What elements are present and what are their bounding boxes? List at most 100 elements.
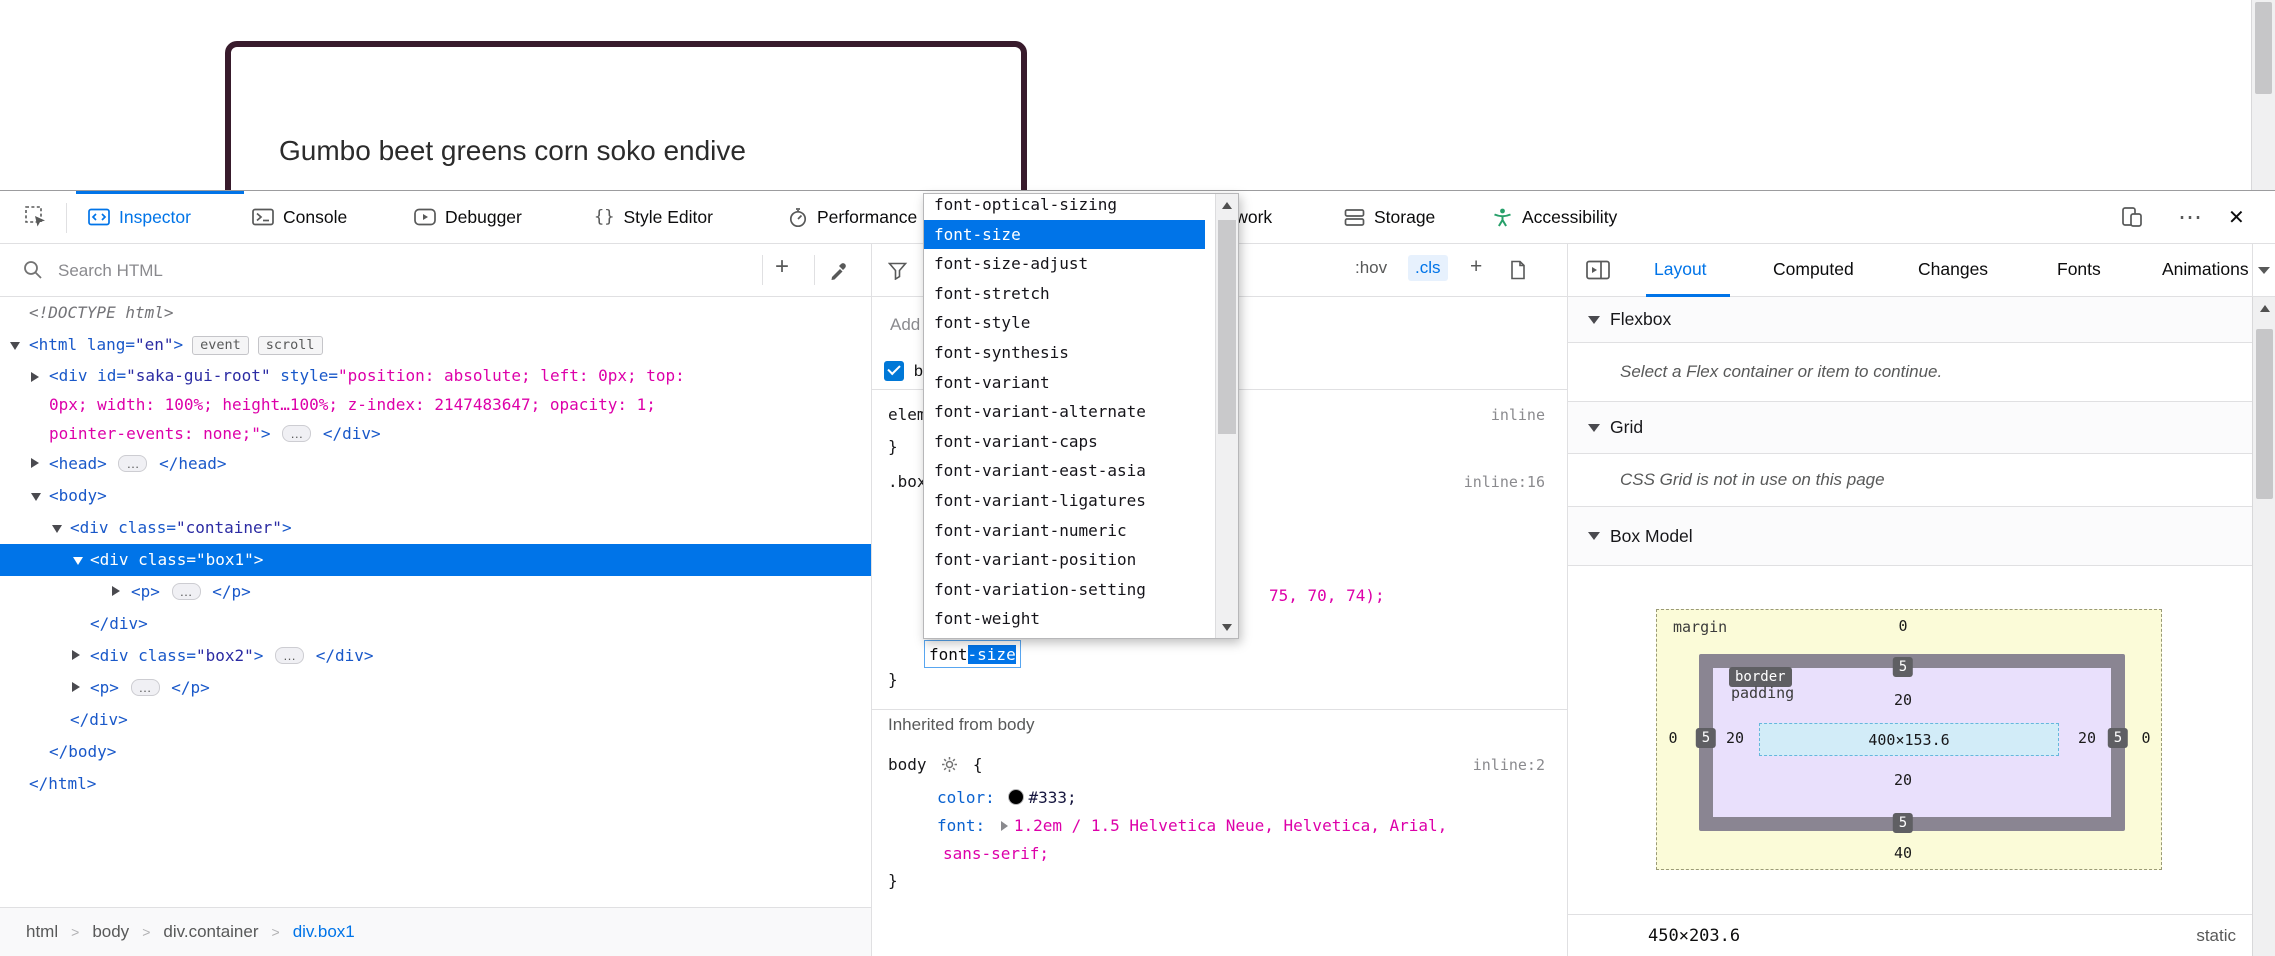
markup-line-close-body[interactable]: </body> xyxy=(0,736,871,768)
autocomplete-item[interactable]: font-weight xyxy=(924,604,1205,634)
color-swatch[interactable] xyxy=(1008,789,1024,805)
autocomplete-item[interactable]: font-variant-numeric xyxy=(924,516,1205,546)
property-name-editor[interactable]: font-size xyxy=(924,640,1021,668)
print-simulation-icon[interactable] xyxy=(1508,260,1528,280)
add-rule-button[interactable]: + xyxy=(1470,255,1482,279)
border-top-value[interactable]: 5 xyxy=(1893,657,1913,677)
markup-line-close-container[interactable]: </div> xyxy=(0,704,871,736)
tab-debugger[interactable]: Debugger xyxy=(414,191,522,243)
autocomplete-item[interactable]: font-variation-setting xyxy=(924,575,1205,605)
page-scrollbar[interactable] xyxy=(2251,0,2275,190)
markup-line-body[interactable]: <body> xyxy=(0,480,871,512)
page-scrollbar-thumb[interactable] xyxy=(2255,2,2272,94)
event-badge[interactable]: event xyxy=(192,336,249,355)
tab-layout[interactable]: Layout xyxy=(1654,244,1707,294)
padding-left-value[interactable]: 20 xyxy=(1726,729,1744,747)
expand-arrow-icon[interactable] xyxy=(31,372,39,382)
devtools-menu-button[interactable]: ⋯ xyxy=(2178,191,2202,243)
markup-line-close-html[interactable]: </html> xyxy=(0,768,871,800)
scroll-up-button[interactable] xyxy=(2253,305,2275,312)
eyedropper-icon[interactable] xyxy=(828,259,850,281)
scroll-badge[interactable]: scroll xyxy=(258,336,323,355)
search-input[interactable] xyxy=(56,254,660,288)
shorthand-expander-icon[interactable] xyxy=(1001,821,1008,831)
autocomplete-item[interactable]: font-variant-alternate xyxy=(924,397,1205,427)
markup-line-saka-gui-root[interactable]: <div id="saka-gui-root" style="position:… xyxy=(0,361,871,448)
section-collapse-icon[interactable] xyxy=(1588,424,1600,432)
sidebar-toggle-icon[interactable] xyxy=(1586,260,1610,280)
devtools-close-button[interactable]: ✕ xyxy=(2228,191,2245,243)
collapsed-content-pill[interactable]: … xyxy=(118,455,147,472)
node-picker-button[interactable] xyxy=(24,191,48,243)
collapsed-content-pill[interactable]: … xyxy=(131,679,160,696)
border-left-value[interactable]: 5 xyxy=(1696,728,1716,748)
collapsed-content-pill[interactable]: … xyxy=(275,647,304,664)
tab-inspector[interactable]: Inspector xyxy=(88,191,191,243)
autocomplete-item[interactable]: font-optical-sizing xyxy=(924,193,1205,220)
pseudo-class-panel-button[interactable]: :hov xyxy=(1355,258,1387,278)
autocomplete-item[interactable]: font-size-adjust xyxy=(924,249,1205,279)
tab-fonts[interactable]: Fonts xyxy=(2057,244,2101,294)
markup-line-p2[interactable]: <p> … </p> xyxy=(0,672,871,704)
markup-line-head[interactable]: <head> … </head> xyxy=(0,448,871,480)
collapse-arrow-icon[interactable] xyxy=(31,493,41,501)
grid-section-header[interactable]: Grid xyxy=(1568,402,2252,454)
sidebar-scrollbar-thumb[interactable] xyxy=(2256,329,2273,499)
autocomplete-item-selected[interactable]: font-size xyxy=(924,220,1205,250)
sidebar-tab-overflow-button[interactable] xyxy=(2252,244,2275,297)
gear-icon[interactable] xyxy=(941,756,958,773)
tab-style-editor[interactable]: {} Style Editor xyxy=(594,191,713,243)
tab-accessibility[interactable]: Accessibility xyxy=(1492,191,1617,243)
padding-top-value[interactable]: 20 xyxy=(1894,691,1912,709)
collapse-arrow-icon[interactable] xyxy=(73,557,83,565)
scroll-down-button[interactable] xyxy=(1216,616,1238,638)
markup-line-close-box1[interactable]: </div> xyxy=(0,608,871,640)
boxmodel-margin-region[interactable]: margin 0 0 0 40 border 5 5 5 5 padding 2… xyxy=(1656,609,2162,870)
sidebar-scrollbar[interactable] xyxy=(2252,297,2275,956)
boxmodel-section-header[interactable]: Box Model xyxy=(1568,507,2252,566)
collapse-arrow-icon[interactable] xyxy=(10,342,20,350)
autocomplete-scrollbar[interactable] xyxy=(1215,194,1238,638)
tab-animations[interactable]: Animations xyxy=(2162,244,2249,294)
rule-body-selector[interactable]: body { inline:2 xyxy=(872,751,1567,779)
class-box1-checkbox[interactable] xyxy=(884,361,904,381)
margin-right-value[interactable]: 0 xyxy=(2141,729,2150,747)
autocomplete-item[interactable]: font-variant-position xyxy=(924,545,1205,575)
markup-line-p[interactable]: <p> … </p> xyxy=(0,576,871,608)
markup-line-doctype[interactable]: <!DOCTYPE html> xyxy=(0,297,871,329)
autocomplete-scrollbar-thumb[interactable] xyxy=(1218,220,1236,434)
markup-line-div-container[interactable]: <div class="container"> xyxy=(0,512,871,544)
breadcrumb-item-box1[interactable]: div.box1 xyxy=(293,922,355,942)
collapsed-content-pill[interactable]: … xyxy=(282,425,311,442)
markup-line-div-box2[interactable]: <div class="box2"> … </div> xyxy=(0,640,871,672)
section-collapse-icon[interactable] xyxy=(1588,532,1600,540)
boxmodel-content-region[interactable]: 400×153.6 xyxy=(1759,723,2059,756)
collapse-arrow-icon[interactable] xyxy=(52,525,62,533)
autocomplete-item[interactable]: font-synthesis xyxy=(924,338,1205,368)
tab-console[interactable]: Console xyxy=(252,191,347,243)
rule-location-link[interactable]: inline xyxy=(1491,401,1545,429)
class-panel-button[interactable]: .cls xyxy=(1408,255,1448,281)
scroll-up-button[interactable] xyxy=(1216,194,1238,216)
autocomplete-item[interactable]: font-variant-caps xyxy=(924,427,1205,457)
expand-arrow-icon[interactable] xyxy=(72,650,80,660)
collapsed-content-pill[interactable]: … xyxy=(172,583,201,600)
margin-bottom-value[interactable]: 40 xyxy=(1894,844,1912,862)
tab-performance[interactable]: Performance xyxy=(788,191,917,243)
autocomplete-item[interactable]: font-variant-ligatures xyxy=(924,486,1205,516)
margin-left-value[interactable]: 0 xyxy=(1668,729,1677,747)
autocomplete-item[interactable]: font-variant-east-asia xyxy=(924,456,1205,486)
margin-top-value[interactable]: 0 xyxy=(1898,617,1907,635)
markup-line-html[interactable]: <html lang="en">eventscroll xyxy=(0,329,871,361)
expand-arrow-icon[interactable] xyxy=(31,458,39,468)
tab-storage[interactable]: Storage xyxy=(1344,191,1435,243)
markup-line-div-box1-selected[interactable]: <div class="box1"> xyxy=(0,544,871,576)
border-right-value[interactable]: 5 xyxy=(2108,728,2128,748)
tab-computed[interactable]: Computed xyxy=(1773,244,1854,294)
add-node-button[interactable]: + xyxy=(775,253,789,281)
rule-body-font-property[interactable]: font: 1.2em / 1.5 Helvetica Neue, Helvet… xyxy=(872,812,1532,868)
border-bottom-value[interactable]: 5 xyxy=(1893,813,1913,833)
rule-location-link[interactable]: inline:16 xyxy=(1464,468,1545,496)
rule-body-color-property[interactable]: color: #333; xyxy=(872,784,1567,812)
rule-location-link[interactable]: inline:2 xyxy=(1473,751,1545,779)
